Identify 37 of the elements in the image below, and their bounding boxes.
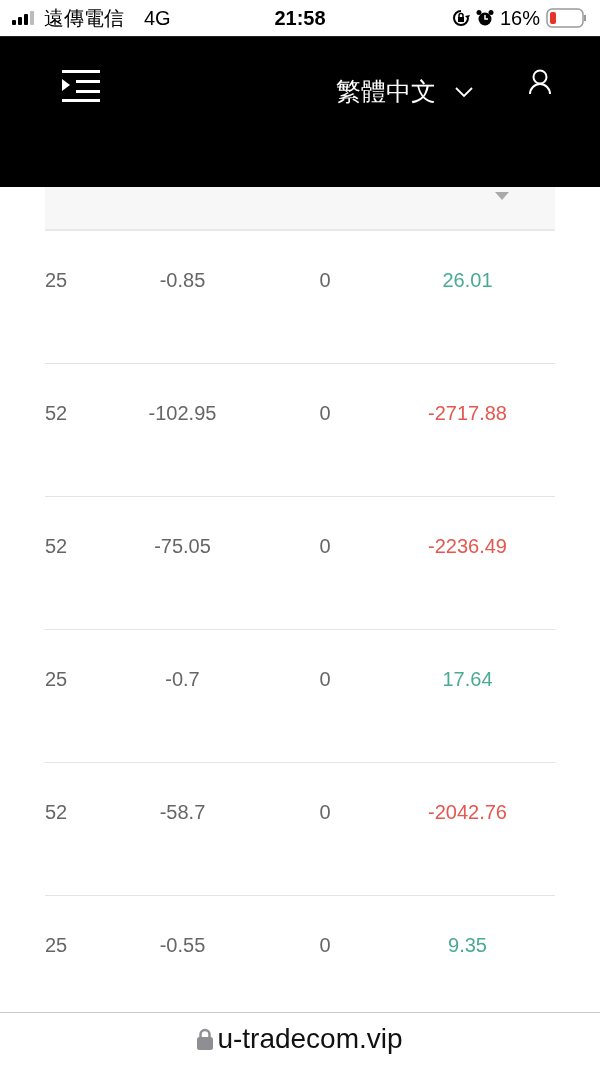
table-cell: -2717.88 bbox=[428, 402, 507, 425]
table-cell: 9.35 bbox=[448, 934, 487, 957]
carrier-name: 遠傳電信 bbox=[44, 5, 124, 31]
menu-icon[interactable] bbox=[62, 69, 100, 103]
table-cell: 17.64 bbox=[442, 668, 493, 691]
table-cell: -2236.49 bbox=[428, 535, 507, 558]
clock-time: 21:58 bbox=[274, 6, 326, 30]
table-cell: 0 bbox=[319, 934, 331, 957]
table-cell: -0.85 bbox=[159, 269, 206, 292]
network-type: 4G bbox=[144, 6, 171, 30]
table-cell: 0 bbox=[319, 801, 331, 824]
battery-percentage: 16% bbox=[499, 6, 540, 30]
table-cell: 0 bbox=[319, 668, 331, 691]
chevron-down-icon bbox=[454, 85, 474, 98]
table-cell: 0 bbox=[319, 402, 331, 425]
alarm-clock-icon bbox=[475, 9, 494, 27]
table-cell: 25 bbox=[45, 934, 68, 957]
rotation-lock-icon bbox=[451, 9, 470, 27]
table-cell: -102.95 bbox=[148, 402, 217, 425]
url-address[interactable]: u-tradecom.vip bbox=[217, 1023, 403, 1055]
user-icon[interactable] bbox=[528, 69, 552, 95]
table-cell: 52 bbox=[45, 801, 68, 824]
table-cell: -58.7 bbox=[159, 801, 206, 824]
table-cell: 25 bbox=[45, 668, 68, 691]
table-cell: 0 bbox=[319, 535, 331, 558]
language-selector[interactable]: 繁體中文 bbox=[336, 69, 474, 108]
table-cell: 0 bbox=[319, 269, 331, 292]
battery-icon bbox=[546, 8, 588, 28]
table-cell: -2042.76 bbox=[428, 801, 507, 824]
lock-icon bbox=[197, 1028, 214, 1050]
table-cell: -75.05 bbox=[154, 535, 211, 558]
table-cell: 25 bbox=[45, 269, 68, 292]
table-cell: 52 bbox=[45, 402, 68, 425]
table-cell: 52 bbox=[45, 535, 68, 558]
table-cell: -0.55 bbox=[159, 934, 206, 957]
table-cell: 26.01 bbox=[442, 269, 493, 292]
table-cell: -0.7 bbox=[165, 668, 200, 691]
